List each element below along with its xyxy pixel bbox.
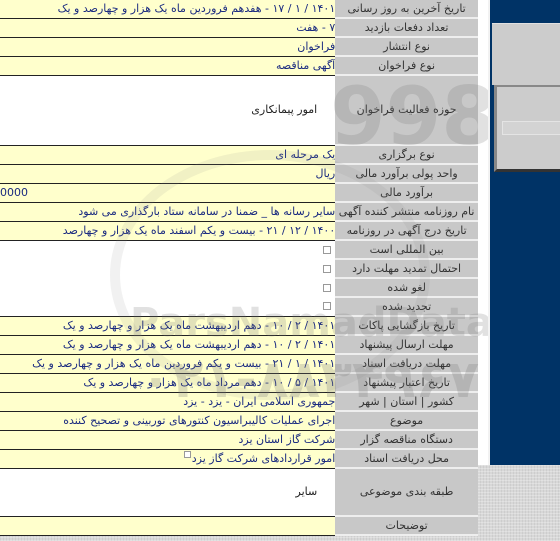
- side-panel-content-box: [494, 85, 560, 172]
- activity-area-value: امور پیمانکاری: [0, 75, 336, 146]
- organizer-label: دستگاه مناقصه گزار: [335, 430, 478, 450]
- holding-type-label: نوع برگزاری: [335, 145, 478, 165]
- publish-type-value: فراخوان: [0, 37, 336, 57]
- publish-type-label: نوع انتشار: [335, 37, 478, 57]
- last-update-value: ۱۴۰۱ / ۱ / ۱۷ - هفدهم فروردین ماه یک هزا…: [0, 0, 336, 19]
- tender-details-page: تاریخ آخرین به روز رسانی ۱۴۰۱ / ۱ / ۱۷ -…: [0, 0, 560, 536]
- cancelled-checkbox[interactable]: [323, 283, 332, 292]
- table-row: تاریخ آخرین به روز رسانی ۱۴۰۱ / ۱ / ۱۷ -…: [0, 0, 478, 19]
- call-type-label: نوع فراخوان: [335, 56, 478, 76]
- table-row: توضیحات: [0, 516, 478, 536]
- newspaper-label: نام روزنامه منتشر کننده آگهی: [335, 202, 478, 222]
- table-row: محل دریافت اسناد امور قراردادهای شرکت گا…: [0, 449, 478, 469]
- validity-date-value: ۱۴۰۱ / ۵ / ۱۰ - دهم مرداد ماه یک هزار و …: [0, 373, 336, 393]
- international-checkbox[interactable]: [323, 245, 332, 254]
- international-label: بین المللی است: [335, 240, 478, 260]
- description-value: [0, 516, 336, 536]
- side-panel-input[interactable]: [502, 121, 560, 135]
- docs-deadline-value: ۱۴۰۱ / ۱ / ۲۱ - بیست و یکم فروردین ماه ی…: [0, 354, 336, 374]
- renewed-label: تجدید شده: [335, 297, 478, 317]
- location-value: جمهوری اسلامی ایران - یزد - یزد: [0, 392, 336, 412]
- docs-location-label: محل دریافت اسناد: [335, 449, 478, 469]
- validity-date-label: تاریخ اعتبار پیشنهاد: [335, 373, 478, 393]
- extension-checkbox[interactable]: [323, 264, 332, 273]
- renewed-checkbox[interactable]: [323, 302, 332, 311]
- location-label: کشور | استان | شهر: [335, 392, 478, 412]
- newspaper-date-value: ۱۴۰۰ / ۱۲ / ۲۱ - بیست و یکم اسفند ماه یک…: [0, 221, 336, 241]
- subject-value: اجرای عملیات کالیبراسیون کنتورهای توربین…: [0, 411, 336, 431]
- activity-area-label: حوزه فعالیت فراخوان: [335, 75, 478, 146]
- category-label: طبقه بندی موضوعی: [335, 468, 478, 517]
- category-value: سایر: [0, 468, 336, 517]
- organizer-value: شرکت گاز استان یزد: [0, 430, 336, 450]
- table-row: تاریخ درج آگهی در روزنامه ۱۴۰۰ / ۱۲ / ۲۱…: [0, 221, 478, 241]
- tender-info-table: تاریخ آخرین به روز رسانی ۱۴۰۱ / ۱ / ۱۷ -…: [0, 0, 478, 536]
- extension-label: احتمال تمدید مهلت دارد: [335, 259, 478, 279]
- opening-date-value: ۱۴۰۱ / ۲ / ۱۰ - دهم اردیبهشت ماه یک هزار…: [0, 316, 336, 336]
- table-row: تجدید شده: [0, 297, 478, 317]
- currency-label: واحد پولی برآورد مالی: [335, 164, 478, 184]
- last-update-label: تاریخ آخرین به روز رسانی: [335, 0, 478, 19]
- estimate-label: برآورد مالی: [335, 183, 478, 203]
- docs-deadline-label: مهلت دریافت اسناد: [335, 354, 478, 374]
- table-row: نوع فراخوان آگهی مناقصه: [0, 56, 478, 76]
- visit-count-value: ۷ - هفت: [0, 18, 336, 38]
- table-row: واحد پولی برآورد مالی ریال: [0, 164, 478, 184]
- table-row: تعداد دفعات بازدید ۷ - هفت: [0, 18, 478, 38]
- visit-count-label: تعداد دفعات بازدید: [335, 18, 478, 38]
- table-row: بین المللی است: [0, 240, 478, 260]
- table-row: نوع انتشار فراخوان: [0, 37, 478, 57]
- estimate-value: 0000: [0, 183, 336, 203]
- subject-label: موضوع: [335, 411, 478, 431]
- cancelled-label: لغو شده: [335, 278, 478, 298]
- table-row: دستگاه مناقصه گزار شرکت گاز استان یزد: [0, 430, 478, 450]
- submit-deadline-value: ۱۴۰۱ / ۲ / ۱۰ - دهم اردیبهشت ماه یک هزار…: [0, 335, 336, 355]
- side-panel-header-box: [492, 23, 560, 85]
- submit-deadline-label: مهلت ارسال پیشنهاد: [335, 335, 478, 355]
- call-type-value: آگهی مناقصه: [0, 56, 336, 76]
- table-row: کشور | استان | شهر جمهوری اسلامی ایران -…: [0, 392, 478, 412]
- table-row: احتمال تمدید مهلت دارد: [0, 259, 478, 279]
- currency-value: ریال: [0, 164, 336, 184]
- table-row: موضوع اجرای عملیات کالیبراسیون کنتورهای …: [0, 411, 478, 431]
- side-panel: [488, 0, 560, 465]
- table-row: تاریخ اعتبار پیشنهاد ۱۴۰۱ / ۵ / ۱۰ - دهم…: [0, 373, 478, 393]
- description-label: توضیحات: [335, 516, 478, 536]
- table-row: تاریخ بازگشایی پاکات ۱۴۰۱ / ۲ / ۱۰ - دهم…: [0, 316, 478, 336]
- opening-date-label: تاریخ بازگشایی پاکات: [335, 316, 478, 336]
- table-row: لغو شده: [0, 278, 478, 298]
- newspaper-date-label: تاریخ درج آگهی در روزنامه: [335, 221, 478, 241]
- table-row: مهلت دریافت اسناد ۱۴۰۱ / ۱ / ۲۱ - بیست و…: [0, 354, 478, 374]
- table-row: مهلت ارسال پیشنهاد ۱۴۰۱ / ۲ / ۱۰ - دهم ا…: [0, 335, 478, 355]
- table-row: نوع برگزاری یک مرحله ای: [0, 145, 478, 165]
- table-row: نام روزنامه منتشر کننده آگهی سایر رسانه …: [0, 202, 478, 222]
- docs-location-value: امور قراردادهای شرکت گاز یزد: [0, 449, 336, 469]
- holding-type-value: یک مرحله ای: [0, 145, 336, 165]
- table-row: حوزه فعالیت فراخوان امور پیمانکاری: [0, 75, 478, 146]
- table-row: طبقه بندی موضوعی سایر: [0, 468, 478, 517]
- newspaper-value: سایر رسانه ها _ ضمنا در سامانه ستاد بارگ…: [0, 202, 336, 222]
- table-row: برآورد مالی 0000: [0, 183, 478, 203]
- footer-checkbox[interactable]: [184, 451, 191, 458]
